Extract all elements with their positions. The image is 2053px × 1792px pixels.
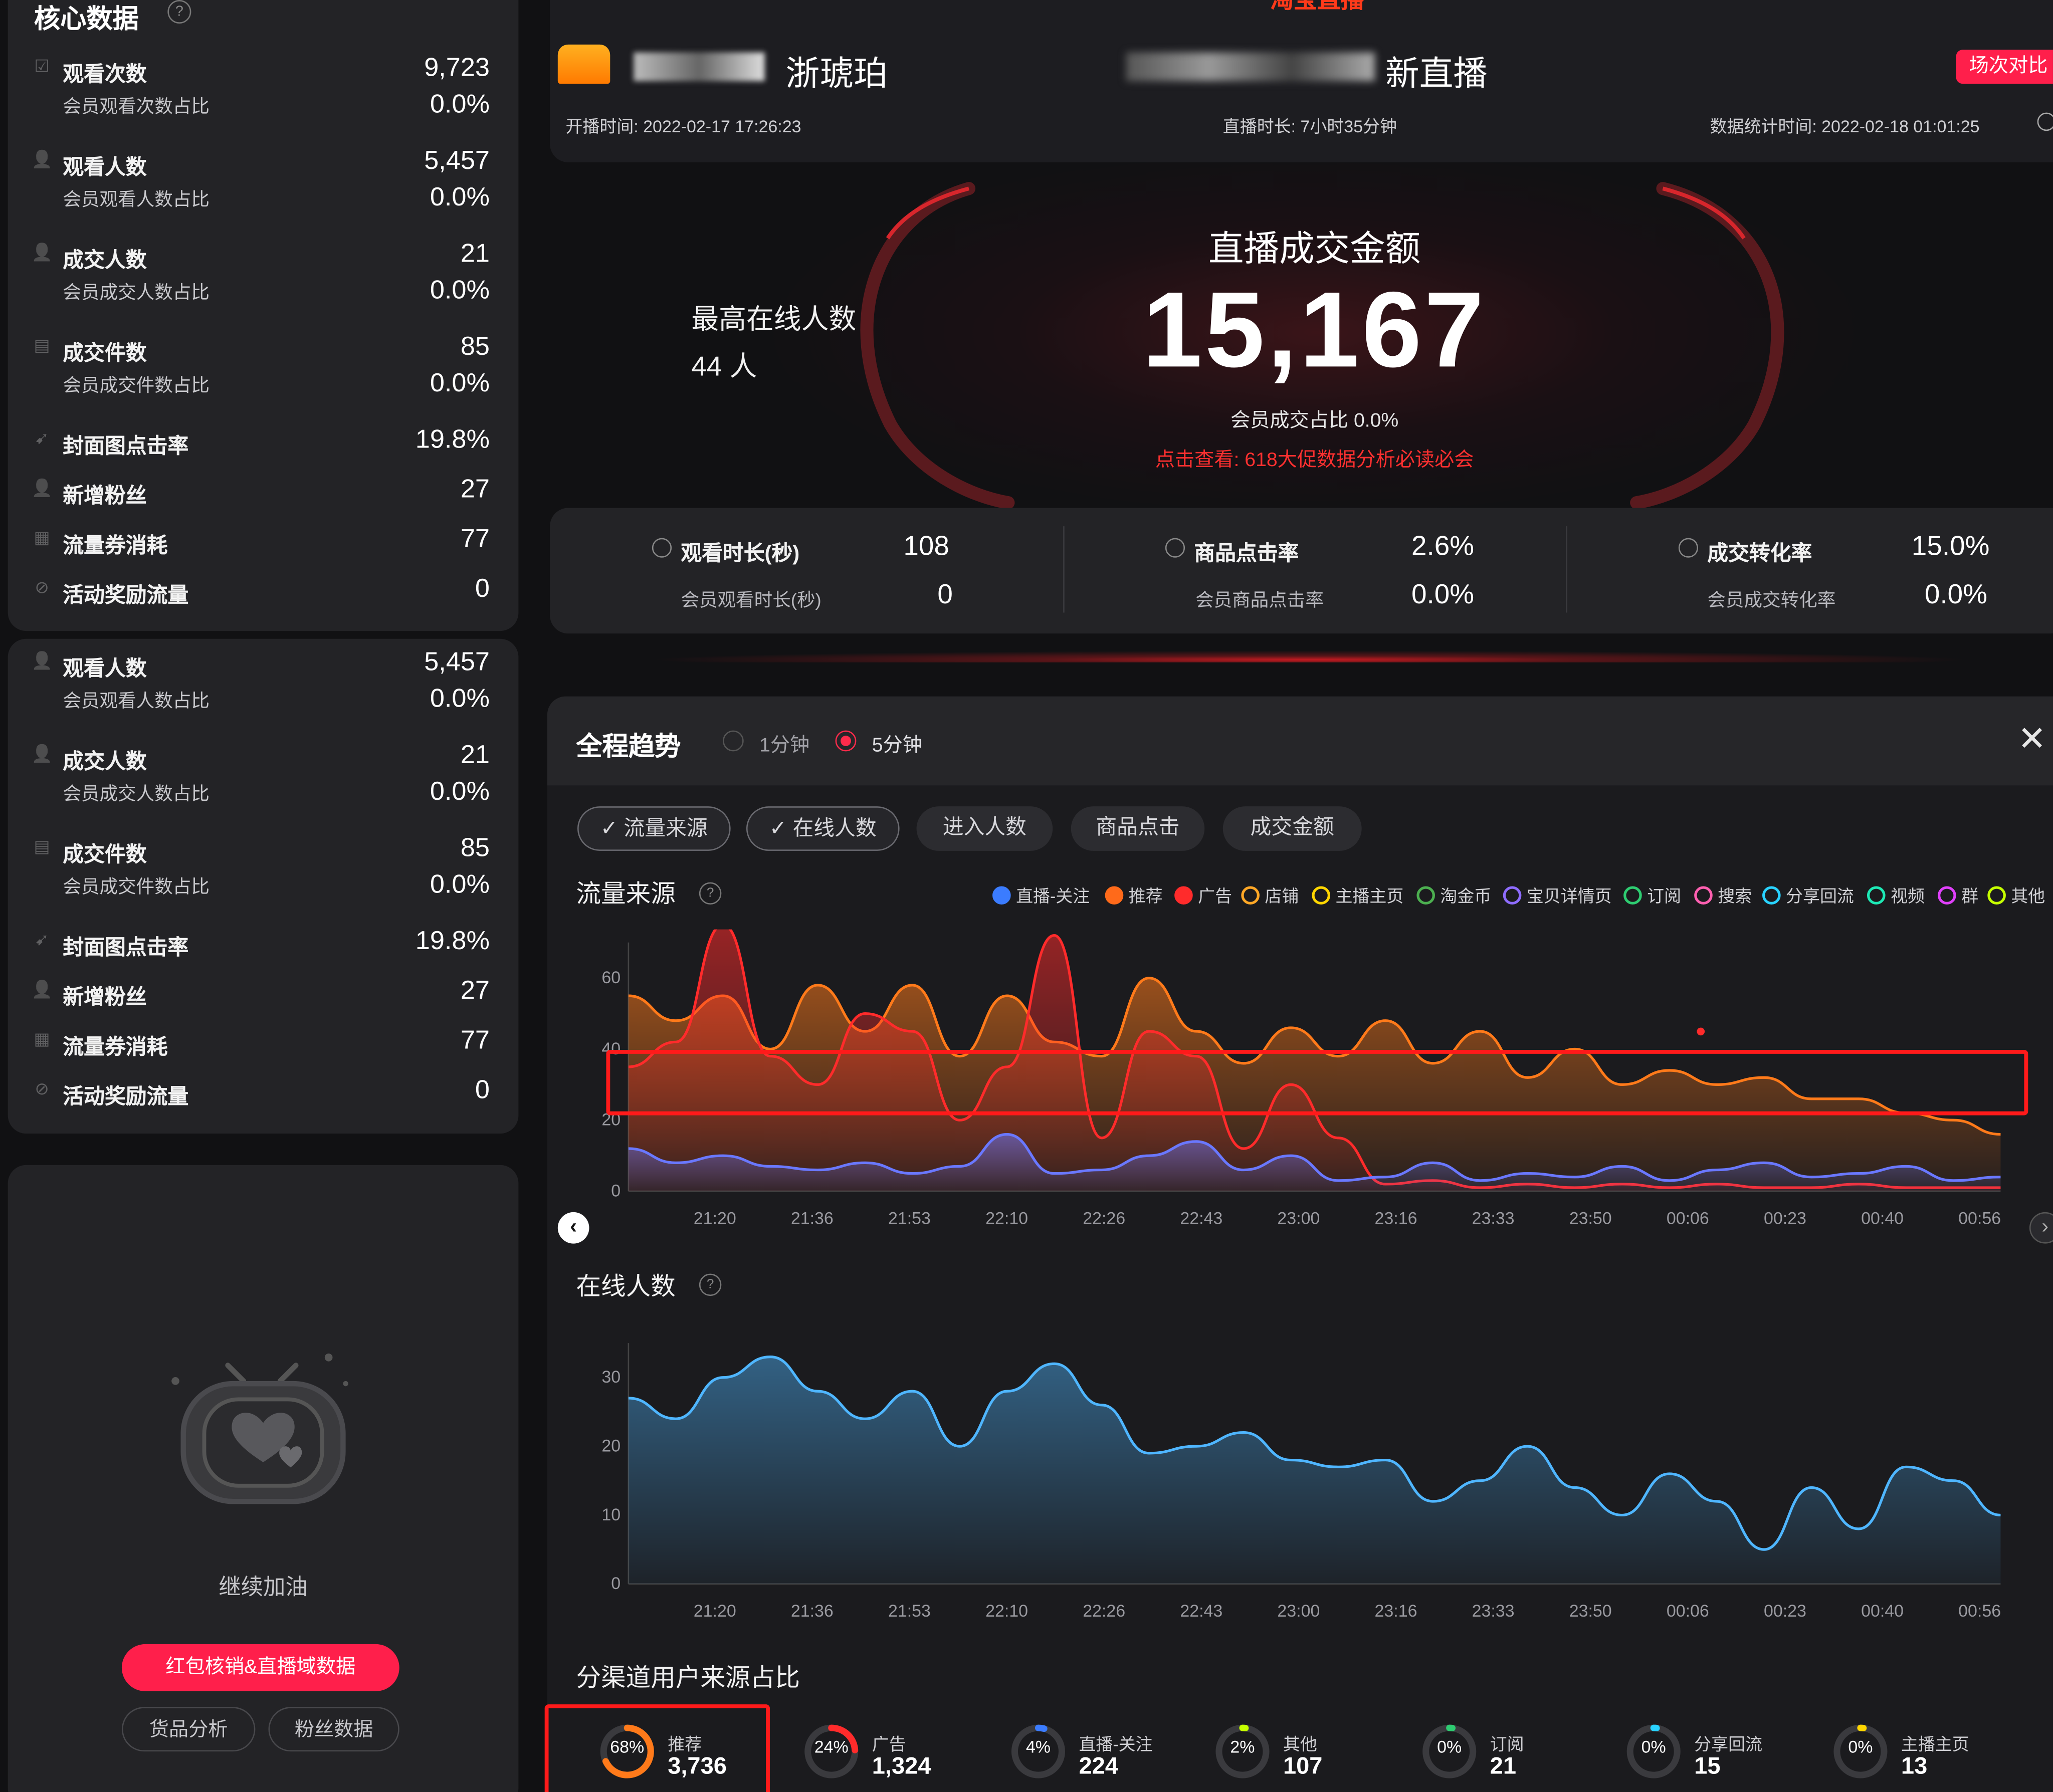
donut-percent: 2% (1230, 1737, 1255, 1757)
donut-percent: 0% (1437, 1737, 1462, 1757)
channel-value: 21 (1490, 1752, 1517, 1779)
channel-name: 广告 (872, 1734, 906, 1754)
channel-name: 直播-关注 (1079, 1734, 1153, 1754)
highlight-box (544, 1704, 770, 1792)
channel-item[interactable]: 0% 订阅 21 (1419, 1715, 1616, 1788)
channel-value: 15 (1694, 1752, 1721, 1779)
channel-item[interactable]: 0% 主播主页 13 (1830, 1715, 2027, 1788)
channel-name: 订阅 (1490, 1734, 1524, 1754)
channel-donuts: 68% 推荐 3,736 24% 广告 1,324 4% 直播-关注 224 2% 其他 107 0% 订… (0, 0, 2053, 1792)
channel-name: 主播主页 (1901, 1734, 1969, 1754)
donut-percent: 0% (1848, 1737, 1873, 1757)
channel-item[interactable]: 24% 广告 1,324 (801, 1715, 998, 1788)
dashboard: 核心数据 ? ☑ 观看次数 9,723 会员观看次数占比 0.0% 👤 观看人数 5,457 会… (0, 0, 2053, 1792)
channel-name: 其他 (1283, 1734, 1317, 1754)
channel-value: 107 (1283, 1752, 1323, 1779)
channel-value: 224 (1079, 1752, 1118, 1779)
channel-value: 1,324 (872, 1752, 931, 1779)
donut-percent: 4% (1025, 1737, 1051, 1757)
donut-percent: 0% (1641, 1737, 1666, 1757)
channel-item[interactable]: 4% 直播-关注 224 (1008, 1715, 1204, 1788)
channel-item[interactable]: 2% 其他 107 (1212, 1715, 1409, 1788)
channel-item[interactable]: 0% 分享回流 15 (1623, 1715, 1820, 1788)
channel-value: 13 (1901, 1752, 1928, 1779)
channel-name: 分享回流 (1694, 1734, 1763, 1754)
donut-percent: 24% (814, 1737, 849, 1757)
